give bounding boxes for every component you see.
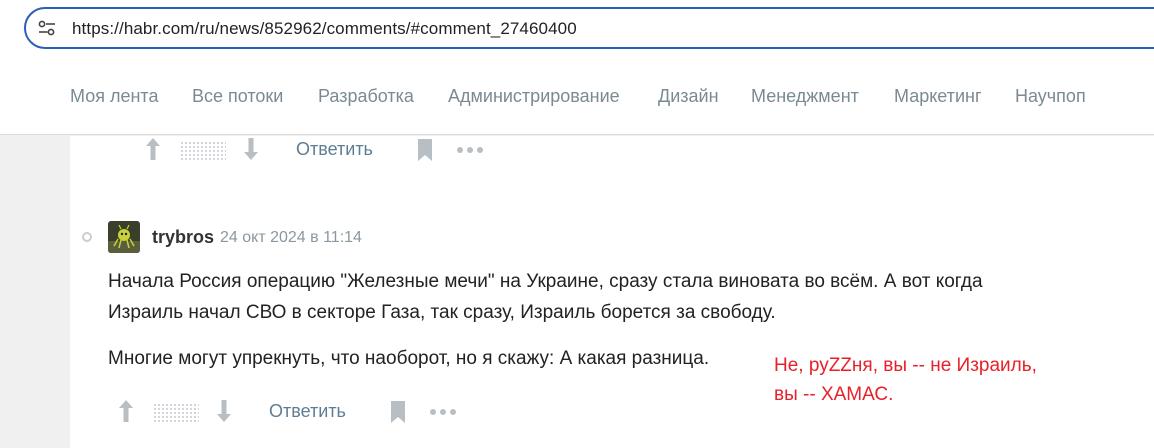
arrow-up-icon[interactable] [144,136,162,162]
score-hidden [180,141,226,161]
comment-thread-bullet [82,232,92,242]
comment-author[interactable]: trybros [152,227,214,248]
reply-button[interactable]: Ответить [269,401,346,422]
avatar[interactable] [108,221,140,253]
nav-item-popsci[interactable]: Научпоп [1015,86,1086,107]
tune-icon[interactable] [38,20,56,36]
comment-text-line-2: Израиль начал СВО в секторе Газа, так ср… [108,302,776,323]
habr-nav: Моя лента Все потоки Разработка Админист… [0,58,1154,135]
nav-item-management[interactable]: Менеджмент [751,86,859,107]
bookmark-icon[interactable] [416,138,434,162]
nav-item-administration[interactable]: Администрирование [448,86,620,107]
score-hidden [153,403,199,423]
comment-timestamp[interactable]: 24 окт 2024 в 11:14 [220,229,362,247]
nav-item-marketing[interactable]: Маркетинг [894,86,982,107]
arrow-up-icon[interactable] [117,398,135,424]
bookmark-icon[interactable] [389,400,407,424]
annotation-line-1: Не, руZZня, вы -- не Израиль, [774,355,1037,376]
comment-text-line-1: Начала Россия операцию "Железные мечи" н… [108,271,983,292]
nav-item-my-feed[interactable]: Моя лента [70,86,158,107]
red-annotation: Не, руZZня, вы -- не Израиль, вы -- ХАМА… [774,351,1037,409]
url-text[interactable]: https://habr.com/ru/news/852962/comments… [72,19,577,39]
more-icon[interactable] [429,408,459,416]
reply-button[interactable]: Ответить [296,139,373,160]
arrow-down-icon[interactable] [242,136,260,162]
nav-item-design[interactable]: Дизайн [658,86,719,107]
arrow-down-icon[interactable] [215,398,233,424]
nav-item-all-flows[interactable]: Все потоки [192,86,283,107]
more-icon[interactable] [456,146,486,154]
annotation-line-2: вы -- ХАМАС. [774,384,894,405]
browser-toolbar: https://habr.com/ru/news/852962/comments… [0,0,1154,58]
comment-text-paragraph-2: Многие могут упрекнуть, что наоборот, но… [108,348,710,369]
prev-comment-actions: Ответить [144,136,524,166]
comment-actions: Ответить [117,398,497,428]
nav-item-development[interactable]: Разработка [318,86,414,107]
address-bar[interactable]: https://habr.com/ru/news/852962/comments… [24,7,1154,49]
